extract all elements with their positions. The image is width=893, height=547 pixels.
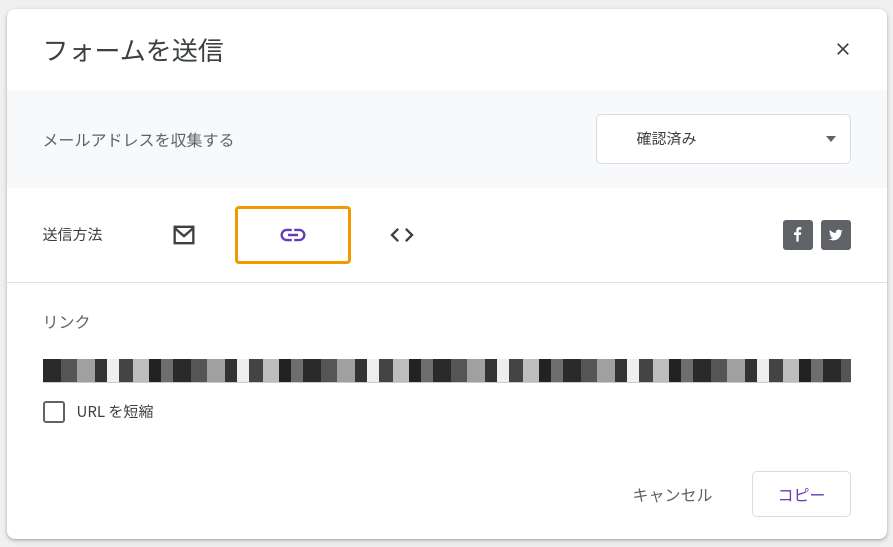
mail-icon bbox=[170, 221, 198, 249]
dialog-actions: キャンセル コピー bbox=[7, 463, 887, 539]
collect-email-select[interactable]: 確認済み bbox=[596, 114, 851, 164]
send-methods-row: 送信方法 bbox=[7, 188, 887, 283]
send-methods-label: 送信方法 bbox=[43, 224, 103, 245]
link-section: リンク URL を短縮 bbox=[7, 283, 887, 463]
collect-email-label: メールアドレスを収集する bbox=[43, 127, 235, 151]
shorten-url-row: URL を短縮 bbox=[43, 389, 851, 435]
twitter-icon bbox=[828, 227, 844, 243]
link-url-field[interactable] bbox=[43, 359, 851, 383]
send-form-dialog: フォームを送信 メールアドレスを収集する 確認済み 送信方法 bbox=[7, 9, 887, 539]
shorten-url-checkbox[interactable] bbox=[43, 401, 65, 423]
method-tab-link[interactable] bbox=[235, 206, 351, 264]
facebook-icon bbox=[790, 227, 806, 243]
close-icon bbox=[833, 39, 853, 59]
link-heading: リンク bbox=[43, 309, 851, 333]
facebook-share-button[interactable] bbox=[783, 220, 813, 250]
cancel-button[interactable]: キャンセル bbox=[620, 472, 724, 516]
copy-button[interactable]: コピー bbox=[752, 471, 850, 517]
close-button[interactable] bbox=[827, 33, 859, 65]
dialog-title: フォームを送信 bbox=[43, 31, 224, 68]
collect-email-selected: 確認済み bbox=[637, 128, 697, 149]
method-tab-embed[interactable] bbox=[377, 212, 427, 258]
embed-icon bbox=[388, 221, 416, 249]
twitter-share-button[interactable] bbox=[821, 220, 851, 250]
shorten-url-label: URL を短縮 bbox=[77, 401, 154, 422]
collect-email-section: メールアドレスを収集する 確認済み bbox=[7, 90, 887, 188]
link-icon bbox=[278, 220, 308, 250]
social-share bbox=[783, 220, 851, 250]
method-tab-email[interactable] bbox=[159, 212, 209, 258]
chevron-down-icon bbox=[826, 136, 836, 142]
dialog-header: フォームを送信 bbox=[7, 9, 887, 90]
